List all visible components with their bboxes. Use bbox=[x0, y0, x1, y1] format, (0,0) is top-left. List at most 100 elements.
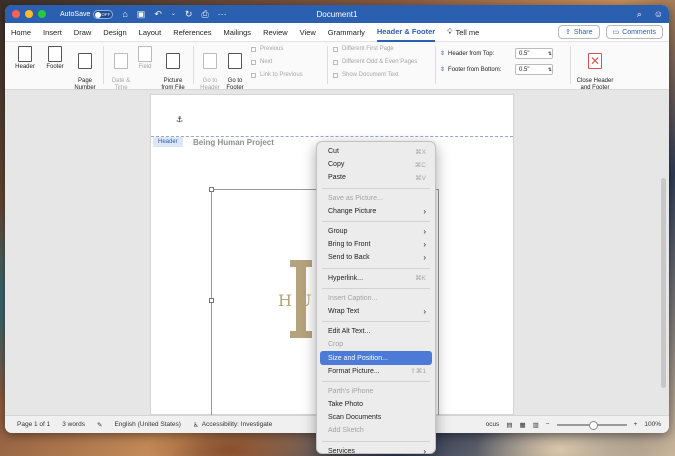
chevron-right-icon: › bbox=[423, 253, 426, 263]
tab-design[interactable]: Design bbox=[103, 23, 126, 42]
menu-item-parth-s-iphone: Parth's iPhone bbox=[320, 385, 432, 398]
menu-item-group[interactable]: Group › bbox=[320, 225, 432, 238]
tab-grammarly[interactable]: Grammarly bbox=[328, 23, 365, 42]
more-icon[interactable]: ··· bbox=[218, 9, 227, 19]
ribbon-divider bbox=[570, 46, 571, 84]
menu-item-copy[interactable]: Copy ⌘C bbox=[320, 158, 432, 171]
stepper-icon[interactable]: ⇅ bbox=[548, 51, 552, 57]
proofing-icon[interactable]: ✎ bbox=[97, 421, 102, 429]
accessibility[interactable]: ♿︎ Accessibility: Investigate bbox=[193, 421, 272, 429]
zoom-out-icon[interactable]: − bbox=[546, 421, 550, 428]
share-button[interactable]: ⇪ Share bbox=[557, 25, 600, 39]
menu-item-label: Group bbox=[328, 228, 348, 236]
menu-item-wrap-text[interactable]: Wrap Text › bbox=[320, 305, 432, 318]
tab-insert[interactable]: Insert bbox=[43, 23, 62, 42]
menu-item-scan-documents[interactable]: Scan Documents bbox=[320, 411, 432, 424]
ribbon: Header Footer Page Number Date & Time Fi… bbox=[5, 42, 669, 92]
footer-from-bottom-input[interactable]: 0.5" ⇅ bbox=[515, 64, 554, 75]
menu-item-size-and-position[interactable]: Size and Position... bbox=[320, 351, 432, 365]
header-from-top-input[interactable]: 0.5" ⇅ bbox=[515, 48, 554, 59]
account-icon[interactable]: ☺ bbox=[654, 9, 663, 20]
next-label: Next bbox=[260, 59, 273, 65]
footer-button[interactable]: Footer bbox=[41, 46, 69, 71]
shortcut-label: ⌘V bbox=[415, 174, 426, 182]
previous-button[interactable]: Previous bbox=[251, 46, 283, 52]
page-number-button[interactable]: Page Number bbox=[71, 46, 99, 92]
field-label: Field bbox=[138, 64, 152, 70]
tab-layout[interactable]: Layout bbox=[139, 23, 162, 42]
close-header-footer-button[interactable]: ✕ Close Header and Footer bbox=[573, 46, 617, 92]
save-icon[interactable]: ▣ bbox=[137, 9, 146, 19]
read-mode-icon[interactable]: ▥ bbox=[533, 421, 539, 429]
date-time-button[interactable]: Date & Time bbox=[108, 46, 134, 92]
tab-references[interactable]: References bbox=[173, 23, 211, 42]
resize-handle[interactable] bbox=[209, 187, 214, 192]
menu-separator bbox=[322, 380, 430, 382]
chevron-right-icon: › bbox=[423, 240, 426, 250]
menu-item-bring-to-front[interactable]: Bring to Front › bbox=[320, 238, 432, 251]
go-to-footer-button[interactable]: Go to Footer bbox=[222, 46, 248, 92]
menu-item-label: Insert Caption... bbox=[328, 294, 378, 302]
different-first-page-checkbox[interactable]: Different First Page bbox=[333, 46, 394, 52]
header-from-top-label: Header from Top: bbox=[448, 50, 495, 57]
web-layout-icon[interactable]: ▦ bbox=[519, 421, 525, 429]
header-button[interactable]: Header bbox=[11, 46, 39, 71]
menu-item-take-photo[interactable]: Take Photo bbox=[320, 398, 432, 411]
footer-from-bottom-label: Footer from Bottom: bbox=[448, 66, 502, 73]
home-icon[interactable]: ⌂ bbox=[122, 9, 127, 19]
autosave-toggle[interactable]: OFF bbox=[93, 9, 114, 19]
minimize-window-button[interactable] bbox=[25, 10, 33, 18]
menu-item-send-to-back[interactable]: Send to Back › bbox=[320, 251, 432, 264]
next-button[interactable]: Next bbox=[251, 59, 272, 65]
header-boundary bbox=[151, 136, 513, 137]
resize-handle[interactable] bbox=[209, 298, 214, 303]
focus-label[interactable]: ocus bbox=[486, 421, 500, 428]
different-odd-even-checkbox[interactable]: Different Odd & Even Pages bbox=[333, 59, 417, 65]
undo-icon[interactable]: ↶ bbox=[154, 9, 162, 19]
menu-item-label: Bring to Front bbox=[328, 241, 371, 249]
menu-item-services[interactable]: Services › bbox=[320, 445, 432, 456]
comments-button[interactable]: ▭ Comments bbox=[605, 25, 663, 39]
show-document-text-checkbox[interactable]: Show Document Text bbox=[333, 72, 399, 78]
link-to-previous-button[interactable]: Link to Previous bbox=[251, 72, 303, 78]
menu-item-change-picture[interactable]: Change Picture › bbox=[320, 205, 432, 218]
menu-item-format-picture[interactable]: Format Picture... ⇧⌘1 bbox=[320, 365, 432, 378]
zoom-slider[interactable] bbox=[556, 420, 627, 430]
menu-item-cut[interactable]: Cut ⌘X bbox=[320, 145, 432, 158]
search-icon[interactable]: ⌕ bbox=[637, 9, 642, 20]
menu-item-label: Format Picture... bbox=[328, 367, 380, 375]
zoom-window-button[interactable] bbox=[38, 10, 46, 18]
go-to-header-button[interactable]: Go to Header bbox=[197, 46, 223, 92]
comments-label: Comments bbox=[622, 28, 656, 36]
field-button[interactable]: Field bbox=[134, 46, 156, 71]
page-count[interactable]: Page 1 of 1 bbox=[17, 421, 50, 428]
tell-me[interactable]: 💡︎ Tell me bbox=[447, 23, 479, 42]
tab-view[interactable]: View bbox=[300, 23, 316, 42]
print-layout-icon[interactable]: ▤ bbox=[506, 421, 512, 429]
stepper-icon[interactable]: ⇅ bbox=[548, 67, 552, 73]
zoom-in-icon[interactable]: + bbox=[634, 421, 638, 428]
menu-item-hyperlink[interactable]: Hyperlink... ⌘K bbox=[320, 272, 432, 285]
tab-review[interactable]: Review bbox=[263, 23, 288, 42]
tab-draw[interactable]: Draw bbox=[74, 23, 92, 42]
language[interactable]: English (United States) bbox=[114, 421, 180, 428]
header-text[interactable]: Being Human Project bbox=[193, 138, 274, 147]
tab-header-footer[interactable]: Header & Footer bbox=[376, 23, 436, 42]
picture-from-file-button[interactable]: Picture from File bbox=[158, 46, 188, 92]
chevron-down-icon[interactable]: ⌄ bbox=[171, 11, 176, 17]
chevron-right-icon: › bbox=[423, 227, 426, 237]
close-window-button[interactable] bbox=[12, 10, 20, 18]
print-icon[interactable]: ⎙ bbox=[201, 9, 208, 19]
word-count[interactable]: 3 words bbox=[62, 421, 85, 428]
accessibility-icon: ♿︎ bbox=[192, 421, 199, 429]
tab-mailings[interactable]: Mailings bbox=[224, 23, 252, 42]
header-from-top: ⇕ Header from Top: 0.5" ⇅ bbox=[440, 48, 554, 59]
zoom-level[interactable]: 100% bbox=[644, 421, 661, 428]
menu-item-paste[interactable]: Paste ⌘V bbox=[320, 171, 432, 184]
vertical-scrollbar[interactable] bbox=[661, 178, 666, 388]
header-label: Header bbox=[15, 64, 35, 70]
menu-item-edit-alt-text[interactable]: Edit Alt Text... bbox=[320, 325, 432, 338]
redo-icon[interactable]: ↻ bbox=[185, 9, 193, 19]
tab-home[interactable]: Home bbox=[11, 23, 31, 42]
header-from-top-value: 0.5" bbox=[519, 50, 530, 57]
